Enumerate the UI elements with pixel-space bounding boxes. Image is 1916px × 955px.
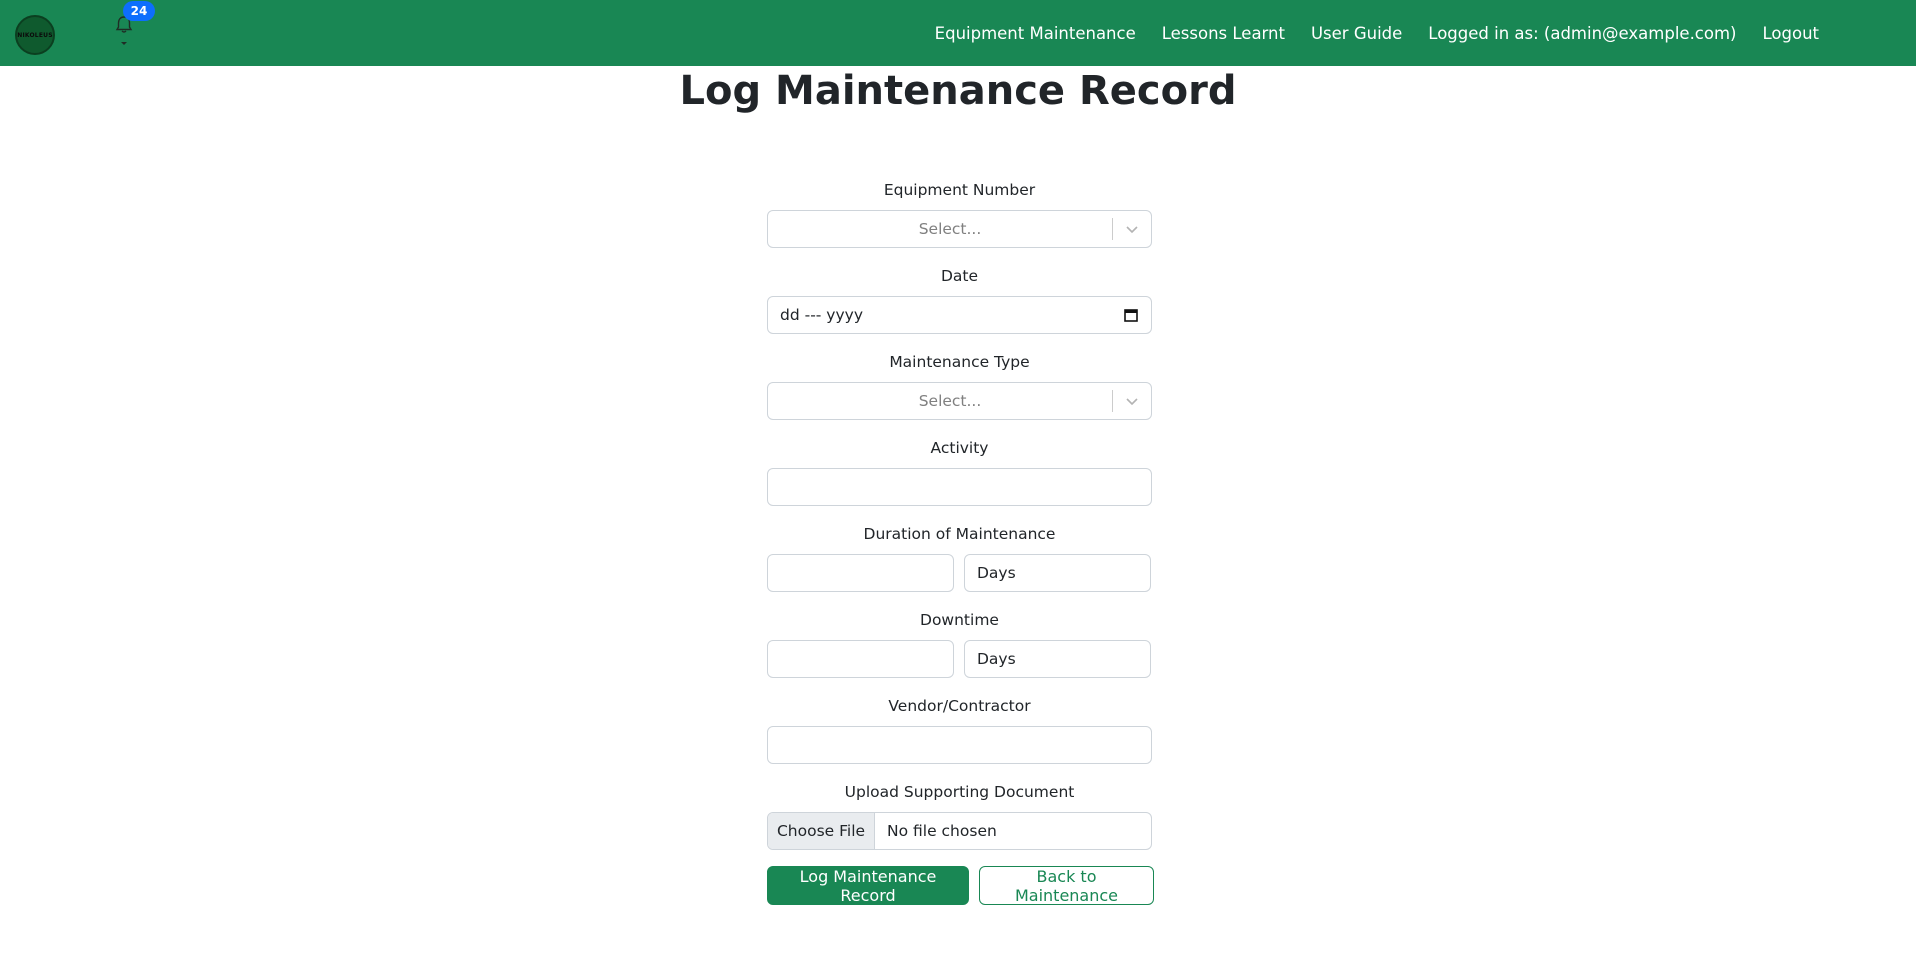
activity-group: Activity (767, 437, 1152, 523)
log-maintenance-record-button[interactable]: Log Maintenance Record (767, 866, 969, 905)
vendor-group: Vendor/Contractor (767, 695, 1152, 781)
file-status: No file chosen (887, 822, 997, 840)
nav-link-equipment-maintenance[interactable]: Equipment Maintenance (935, 24, 1136, 43)
chevron-down-icon[interactable] (1113, 211, 1151, 247)
calendar-icon[interactable] (1123, 307, 1139, 323)
chevron-down-icon[interactable] (1113, 383, 1151, 419)
vendor-label: Vendor/Contractor (888, 697, 1031, 715)
activity-label: Activity (930, 439, 989, 457)
maintenance-type-label: Maintenance Type (889, 353, 1030, 371)
logo-text: NIKOLEUS (17, 31, 53, 39)
choose-file-button[interactable]: Choose File (768, 813, 875, 849)
downtime-unit-value: Days (977, 650, 1016, 668)
duration-row: Days (767, 554, 1152, 592)
upload-label: Upload Supporting Document (844, 783, 1075, 801)
logo[interactable]: NIKOLEUS (15, 15, 55, 55)
equipment-number-label: Equipment Number (883, 181, 1036, 199)
form-actions: Log Maintenance Record Back to Maintenan… (767, 866, 1154, 905)
navbar: NIKOLEUS 24 Equipment Maintenance Lesson… (0, 0, 1916, 66)
date-input[interactable]: dd --- yyyy (767, 296, 1152, 334)
date-placeholder: dd --- yyyy (780, 306, 864, 324)
duration-label: Duration of Maintenance (863, 525, 1056, 543)
duration-input[interactable] (767, 554, 954, 592)
maintenance-type-select[interactable]: Select... (767, 382, 1152, 420)
downtime-group: Downtime Days (767, 609, 1152, 695)
page-title: Log Maintenance Record (679, 68, 1237, 114)
nav-links: Equipment Maintenance Lessons Learnt Use… (935, 0, 1819, 66)
logout-link[interactable]: Logout (1763, 24, 1820, 43)
downtime-label: Downtime (920, 611, 999, 629)
equipment-number-group: Equipment Number Select... (767, 179, 1152, 265)
duration-group: Duration of Maintenance Days (767, 523, 1152, 609)
downtime-unit-select[interactable]: Days (964, 640, 1151, 678)
activity-input[interactable] (767, 468, 1152, 506)
file-upload-input[interactable]: Choose File No file chosen (767, 812, 1152, 850)
maintenance-type-group: Maintenance Type Select... (767, 351, 1152, 437)
maintenance-type-placeholder: Select... (918, 392, 982, 410)
duration-unit-value: Days (977, 564, 1016, 582)
equipment-number-select[interactable]: Select... (767, 210, 1152, 248)
nav-link-lessons-learnt[interactable]: Lessons Learnt (1162, 24, 1285, 43)
downtime-row: Days (767, 640, 1152, 678)
duration-unit-select[interactable]: Days (964, 554, 1151, 592)
downtime-input[interactable] (767, 640, 954, 678)
date-group: Date dd --- yyyy (767, 265, 1152, 351)
back-to-maintenance-button[interactable]: Back to Maintenance (979, 866, 1154, 905)
logged-in-user: Logged in as: (admin@example.com) (1428, 23, 1737, 43)
upload-group: Upload Supporting Document Choose File N… (767, 781, 1152, 867)
vendor-input[interactable] (767, 726, 1152, 764)
equipment-number-placeholder: Select... (918, 220, 982, 238)
notification-count-badge: 24 (123, 1, 155, 21)
maintenance-form: Equipment Number Select... Date dd --- y… (767, 179, 1152, 867)
date-label: Date (940, 267, 979, 285)
nav-link-user-guide[interactable]: User Guide (1311, 24, 1402, 43)
